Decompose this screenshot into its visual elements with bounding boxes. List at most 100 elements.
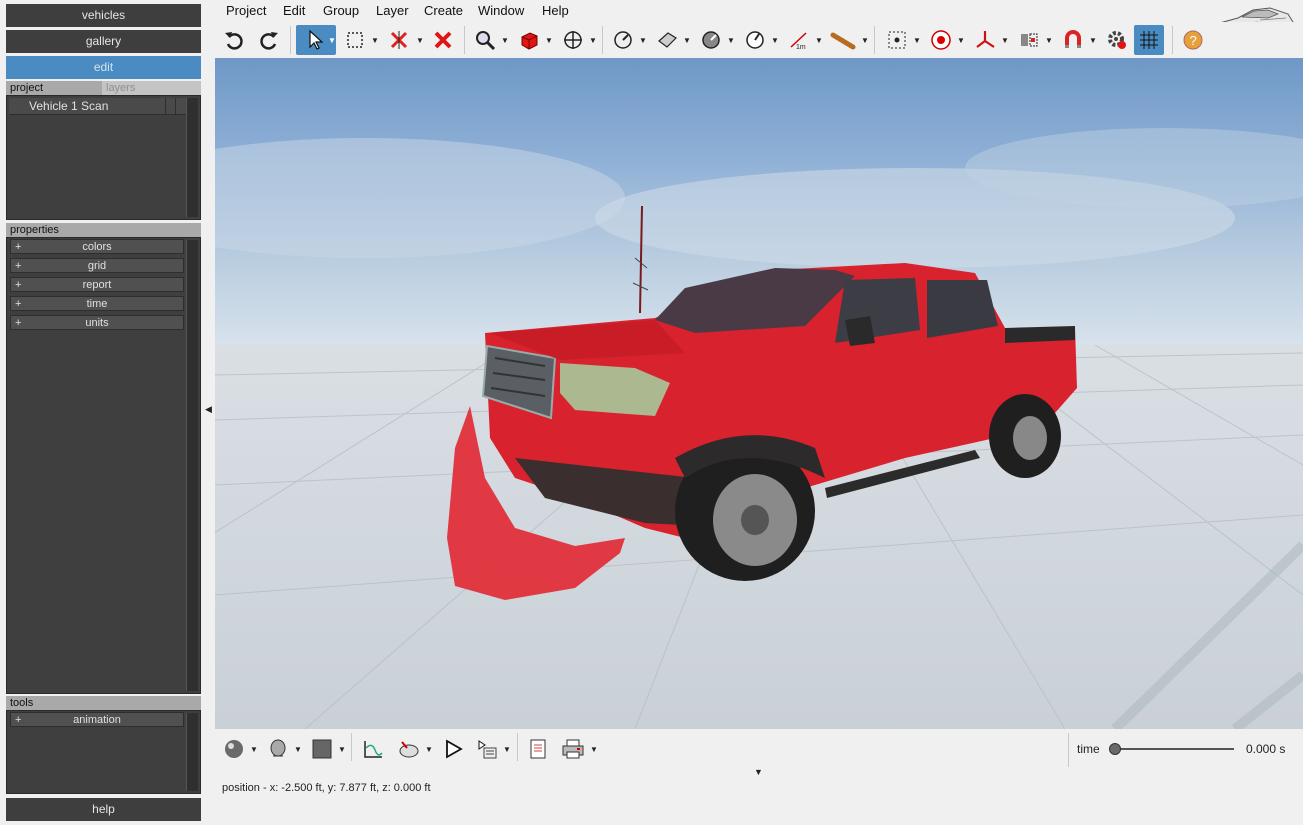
chevron-down-icon[interactable]: ▼ (294, 745, 302, 754)
print-icon[interactable] (558, 734, 588, 764)
delete-icon[interactable] (428, 25, 458, 55)
expand-icon: + (15, 714, 22, 726)
project-scrollbar[interactable] (186, 98, 198, 217)
chevron-down-icon[interactable]: ▼ (1089, 36, 1097, 45)
cube-icon[interactable] (514, 25, 544, 55)
menu-create[interactable]: Create (424, 3, 463, 18)
pipe-icon[interactable] (828, 25, 858, 55)
toolbar-separator (351, 733, 352, 761)
scale-1m-icon[interactable]: 1m (784, 25, 814, 55)
tab-layers[interactable]: layers (102, 81, 201, 95)
help-button[interactable]: help (6, 798, 201, 821)
magnet-icon[interactable] (1058, 25, 1088, 55)
collapse-panel-icon[interactable]: ◀ (205, 404, 213, 418)
nav-gallery-button[interactable]: gallery (6, 30, 201, 53)
playlist-icon[interactable] (472, 734, 502, 764)
chevron-down-icon[interactable]: ▼ (425, 745, 433, 754)
chevron-down-icon[interactable]: ▼ (957, 36, 965, 45)
toolbar: ▼ ▼ ▼ ▼ ▼ ▼ ▼ ▼ ▼ ▼ 1m ▼ ▼ ▼ ▼ ▼ ▼ ▼ ? (206, 22, 1303, 58)
list-item[interactable]: Vehicle 1 Scan (9, 98, 186, 115)
column-divider (175, 98, 176, 114)
chevron-down-icon[interactable]: ▼ (589, 36, 597, 45)
expand-panel-icon[interactable]: ▼ (754, 767, 763, 777)
menu-project[interactable]: Project (226, 3, 266, 18)
angle-dial-icon[interactable] (740, 25, 770, 55)
property-grid[interactable]: + grid (10, 258, 184, 273)
play-icon[interactable] (438, 734, 468, 764)
chevron-down-icon[interactable]: ▼ (727, 36, 735, 45)
mirror-icon[interactable] (1014, 25, 1044, 55)
menu-window[interactable]: Window (478, 3, 524, 18)
chevron-down-icon[interactable]: ▼ (416, 36, 424, 45)
chevron-down-icon[interactable]: ▼ (771, 36, 779, 45)
toolbar-separator (602, 26, 603, 54)
chevron-down-icon[interactable]: ▼ (913, 36, 921, 45)
expand-icon: + (15, 260, 22, 272)
menu-edit[interactable]: Edit (283, 3, 305, 18)
tool-animation[interactable]: + animation (10, 712, 184, 727)
chevron-down-icon[interactable]: ▼ (338, 745, 346, 754)
record-icon[interactable] (926, 25, 956, 55)
chevron-down-icon[interactable]: ▼ (501, 36, 509, 45)
time-slider-handle[interactable] (1109, 743, 1121, 755)
redo-icon[interactable] (254, 25, 284, 55)
chevron-down-icon[interactable]: ▼ (1001, 36, 1009, 45)
undo-icon[interactable] (219, 25, 249, 55)
project-tab-row: project layers (6, 81, 201, 95)
chevron-down-icon[interactable]: ▼ (545, 36, 553, 45)
nav-edit-button[interactable]: edit (6, 56, 201, 79)
color-swatch-icon[interactable] (307, 734, 337, 764)
chevron-down-icon[interactable]: ▼ (815, 36, 823, 45)
3d-viewport[interactable] (215, 58, 1303, 729)
property-report[interactable]: + report (10, 277, 184, 292)
chevron-down-icon[interactable]: ▼ (639, 36, 647, 45)
select-box-icon[interactable] (340, 25, 370, 55)
chevron-down-icon[interactable]: ▼ (683, 36, 691, 45)
plane-icon[interactable] (652, 25, 682, 55)
toolbar-separator (1172, 26, 1173, 54)
help-icon[interactable]: ? (1178, 25, 1208, 55)
axis-icon[interactable] (970, 25, 1000, 55)
vehicle-scan-model[interactable] (215, 58, 1303, 729)
measure-dial-icon[interactable] (608, 25, 638, 55)
expand-icon: + (15, 317, 22, 329)
move-icon[interactable] (558, 25, 588, 55)
time-label: time (1077, 742, 1100, 756)
material-sphere-icon[interactable] (219, 734, 249, 764)
project-item-label: Vehicle 1 Scan (29, 99, 109, 113)
chevron-down-icon[interactable]: ▼ (590, 745, 598, 754)
chevron-down-icon[interactable]: ▼ (328, 36, 336, 45)
grid-icon[interactable] (1134, 25, 1164, 55)
graph-icon[interactable] (358, 734, 388, 764)
head-icon[interactable] (263, 734, 293, 764)
position-readout: position - x: -2.500 ft, y: 7.877 ft, z:… (222, 782, 431, 794)
chevron-down-icon[interactable]: ▼ (503, 745, 511, 754)
menu-group[interactable]: Group (323, 3, 359, 18)
report-icon[interactable] (523, 734, 553, 764)
settings-icon[interactable] (1102, 25, 1132, 55)
menu-bar: Project Edit Group Layer Create Window H… (206, 0, 1303, 22)
delete-marker-icon[interactable] (384, 25, 414, 55)
chevron-down-icon[interactable]: ▼ (1045, 36, 1053, 45)
tools-header: tools (6, 696, 201, 710)
menu-layer[interactable]: Layer (376, 3, 409, 18)
time-slider-track[interactable] (1114, 748, 1234, 750)
toolbar-separator (517, 733, 518, 761)
property-units[interactable]: + units (10, 315, 184, 330)
chevron-down-icon[interactable]: ▼ (861, 36, 869, 45)
camera-path-icon[interactable] (394, 734, 424, 764)
menu-help[interactable]: Help (542, 3, 569, 18)
toolbar-separator (464, 26, 465, 54)
property-time[interactable]: + time (10, 296, 184, 311)
tools-scrollbar[interactable] (186, 713, 198, 791)
nav-vehicles-button[interactable]: vehicles (6, 4, 201, 27)
properties-scrollbar[interactable] (186, 240, 198, 691)
tab-project[interactable]: project (6, 81, 102, 95)
chevron-down-icon[interactable]: ▼ (250, 745, 258, 754)
zoom-icon[interactable] (470, 25, 500, 55)
bottom-bar: ▼ ▼ ▼ ▼ ▼ ▼ ▼ time 0.000 s position - x:… (206, 729, 1303, 825)
chevron-down-icon[interactable]: ▼ (371, 36, 379, 45)
property-colors[interactable]: + colors (10, 239, 184, 254)
measure-dial-2-icon[interactable] (696, 25, 726, 55)
target-box-icon[interactable] (882, 25, 912, 55)
